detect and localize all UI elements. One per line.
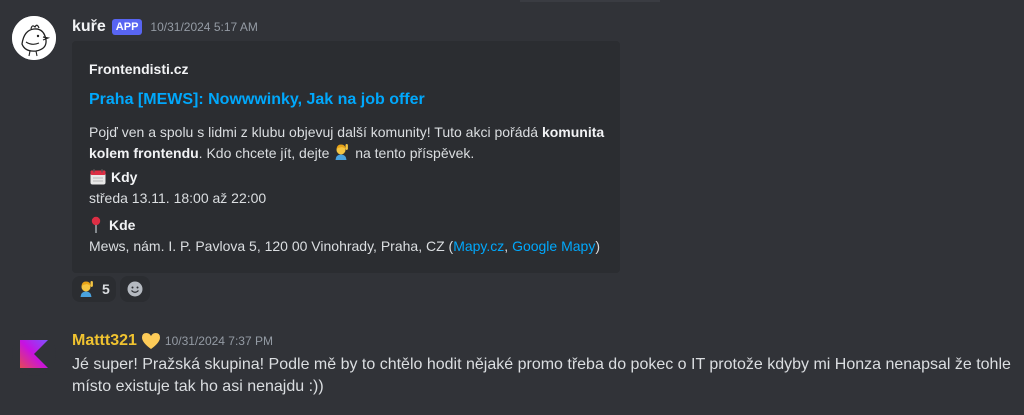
description-text-3: na tento příspěvek. <box>351 145 475 161</box>
field-when-value: středa 13.11. 18:00 až 22:00 <box>89 190 267 206</box>
field-where-value: Mews, nám. I. P. Pavlova 5, 120 00 Vinoh… <box>89 238 600 254</box>
yellow-heart-icon <box>141 333 160 349</box>
avatar[interactable] <box>12 332 56 376</box>
field-where-title: Kde <box>89 216 135 234</box>
field-where-label: Kde <box>109 217 136 233</box>
reaction-count: 5 <box>102 281 110 297</box>
calendar-icon <box>90 169 106 185</box>
chat-view: kuře APP 10/31/2024 5:17 AM Frontendisti… <box>0 0 1024 415</box>
address-text: Mews, nám. I. P. Pavlova 5, 120 00 Vinoh… <box>89 238 454 254</box>
embed-description: Pojď ven a spolu s lidmi z klubu objevuj… <box>89 122 609 164</box>
app-badge: APP <box>111 19 143 35</box>
avatar[interactable] <box>12 16 56 60</box>
description-text: Pojď ven a spolu s lidmi z klubu objevuj… <box>89 124 542 140</box>
username[interactable]: kuře <box>72 18 106 36</box>
message-content: Jé super! Pražská skupina! Podle mě by t… <box>72 356 1011 395</box>
add-reaction-icon <box>127 281 143 297</box>
address-close-paren: ) <box>595 238 601 254</box>
chicken-avatar-icon <box>12 16 56 60</box>
mapy-cz-link[interactable]: Mapy.cz <box>453 238 504 254</box>
timestamp[interactable]: 10/31/2024 7:37 PM <box>165 334 273 348</box>
event-embed: Frontendisti.cz Praha [MEWS]: Nowwwinky,… <box>72 41 620 273</box>
message-kure: kuře APP 10/31/2024 5:17 AM Frontendisti… <box>0 0 1024 310</box>
embed-title-link[interactable]: Praha [MEWS]: Nowwwinky, Jak na job offe… <box>89 91 425 109</box>
field-when-label: Kdy <box>111 169 138 185</box>
raising-hand-emoji-icon <box>335 144 349 160</box>
description-text-2: . Kdo chcete jít, dejte <box>198 145 334 161</box>
message-header: Mattt321 10/31/2024 7:37 PM <box>72 330 273 352</box>
field-when-title: Kdy <box>89 168 137 186</box>
google-mapy-link[interactable]: Google Mapy <box>512 238 595 254</box>
reaction-raising-hand[interactable]: 5 <box>72 276 116 302</box>
add-reaction-button[interactable] <box>119 276 150 302</box>
embed-provider: Frontendisti.cz <box>89 61 189 77</box>
raising-hand-emoji-icon <box>80 281 93 297</box>
timestamp[interactable]: 10/31/2024 5:17 AM <box>150 20 257 34</box>
kotlin-logo-icon <box>20 340 48 368</box>
pin-icon <box>91 216 101 233</box>
username[interactable]: Mattt321 <box>72 332 137 350</box>
link-separator: , <box>504 238 513 254</box>
message-header: kuře APP 10/31/2024 5:17 AM <box>72 16 258 38</box>
reactions-bar: 5 <box>72 276 150 302</box>
